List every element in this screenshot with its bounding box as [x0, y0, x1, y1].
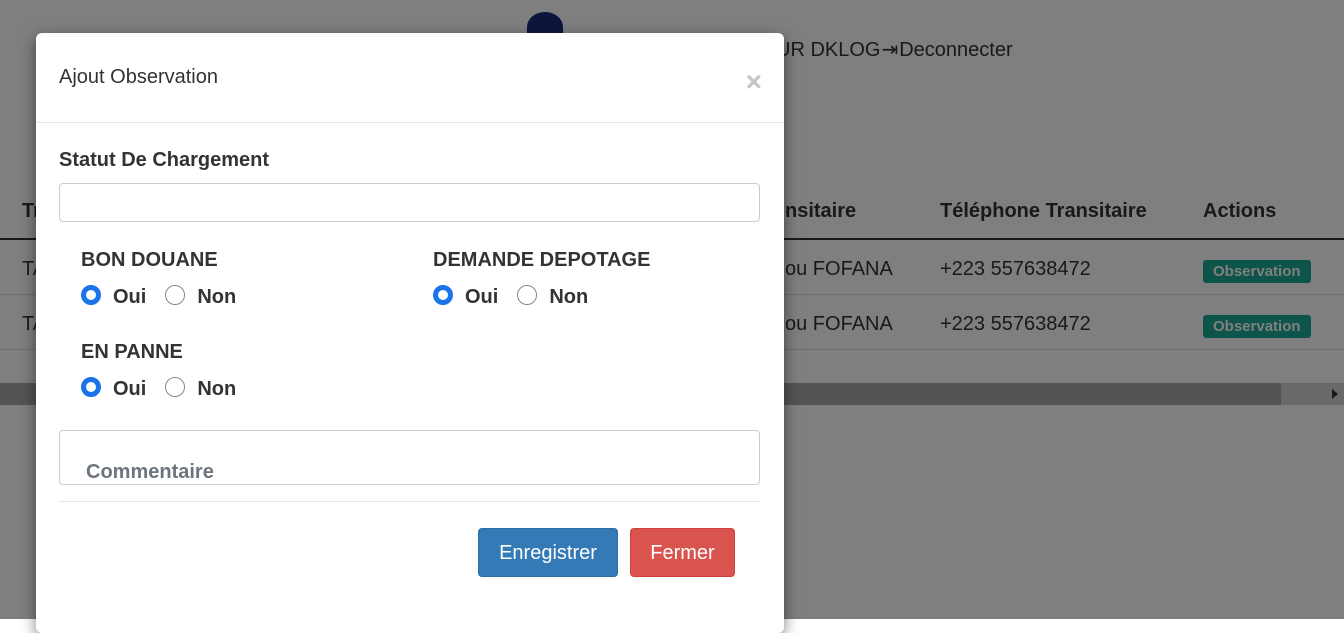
en-panne-non-radio[interactable]: [165, 376, 186, 397]
radio-label-non[interactable]: Non: [549, 286, 588, 309]
radio-label-non[interactable]: Non: [197, 378, 236, 401]
radio-label-oui[interactable]: Oui: [113, 286, 146, 309]
comment-textarea[interactable]: Commentaire: [59, 430, 760, 485]
bon-douane-non-radio[interactable]: [165, 284, 186, 305]
statut-input[interactable]: [59, 183, 760, 222]
bon-douane-group: BON DOUANE Oui Non: [81, 249, 255, 309]
radio-label-non[interactable]: Non: [197, 286, 236, 309]
en-panne-label: EN PANNE: [81, 341, 183, 363]
statut-label: Statut De Chargement: [59, 149, 270, 171]
radio-label-oui[interactable]: Oui: [113, 378, 146, 401]
en-panne-group: EN PANNE Oui Non: [81, 341, 255, 401]
comment-placeholder: Commentaire: [86, 461, 214, 483]
en-panne-oui-radio[interactable]: [81, 376, 101, 397]
radio-label-oui[interactable]: Oui: [465, 286, 498, 309]
bon-douane-oui-radio[interactable]: [81, 284, 101, 305]
demande-depotage-group: DEMANDE DEPOTAGE Oui Non: [433, 249, 651, 309]
demande-depotage-oui-radio[interactable]: [433, 284, 453, 305]
modal-header: Ajout Observation ×: [36, 33, 784, 123]
modal-title: Ajout Observation: [59, 66, 218, 88]
demande-depotage-non-radio[interactable]: [517, 284, 538, 305]
close-button[interactable]: Fermer: [630, 528, 735, 577]
footer-divider: [59, 501, 760, 502]
close-icon[interactable]: ×: [746, 68, 762, 96]
save-button[interactable]: Enregistrer: [478, 528, 618, 577]
bon-douane-label: BON DOUANE: [81, 249, 218, 271]
demande-depotage-label: DEMANDE DEPOTAGE: [433, 249, 651, 271]
observation-modal: Ajout Observation × Statut De Chargement…: [36, 33, 784, 633]
